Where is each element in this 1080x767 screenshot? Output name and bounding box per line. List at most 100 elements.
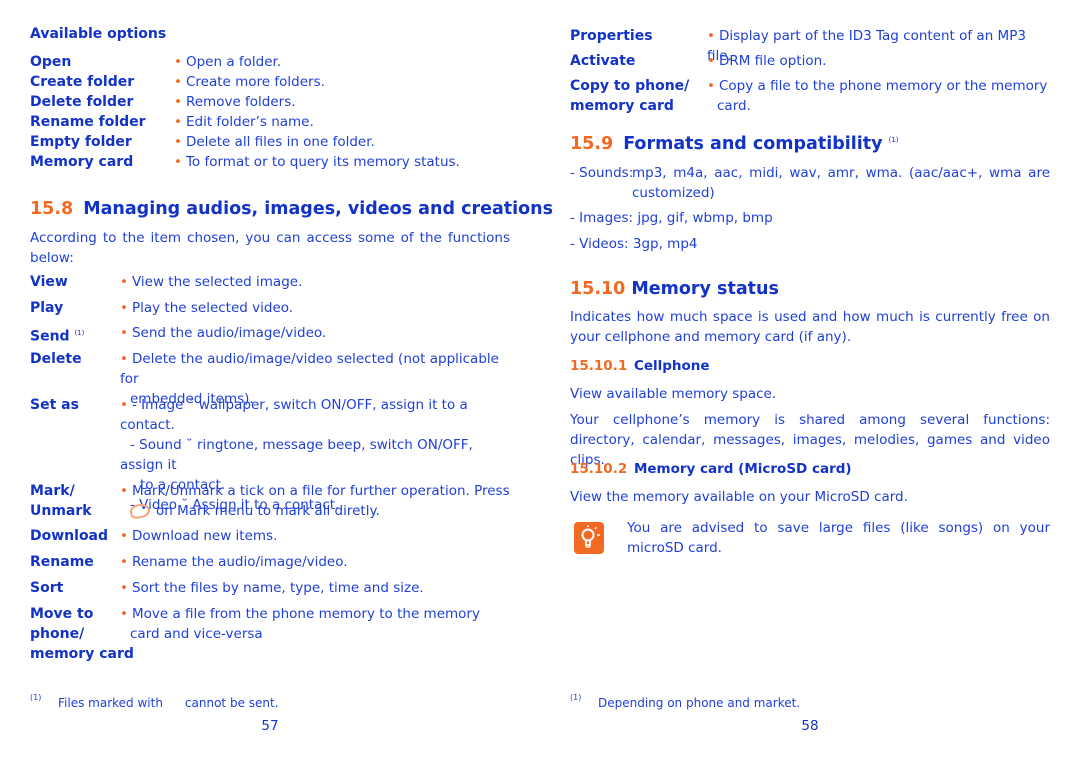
subsection-number: 15.10.1 <box>570 358 628 374</box>
option-term: Create folder <box>30 74 135 90</box>
subsection-heading-15-10-1: 15.10.1 Cellphone <box>570 358 710 374</box>
option-desc: Move a file from the phone memory to the… <box>131 606 480 622</box>
footnote-ref: (1) <box>888 136 899 145</box>
option-desc: View the selected image. <box>131 274 303 290</box>
footnote-text: Depending on phone and market. <box>598 696 801 710</box>
option-term: Rename folder <box>30 114 146 130</box>
option-desc: Copy a file to the phone memory or the m… <box>718 78 1048 94</box>
option-desc: Delete all files in one folder. <box>185 134 375 150</box>
section-heading-15-9: 15.9 Formats and compatibility (1) <box>570 134 899 154</box>
bullet-icon: • <box>120 483 128 499</box>
option-term: Empty folder <box>30 134 132 150</box>
option-row: Mark/Unmark • Mark/Unmark a tick on a fil… <box>30 481 510 521</box>
option-desc: Edit folder’s name. <box>185 114 314 130</box>
bullet-icon: • <box>120 274 128 290</box>
sounds-label: - Sounds: <box>570 165 634 181</box>
bullet-icon: • <box>174 74 182 90</box>
footnote-ref: (1) <box>74 329 85 337</box>
option-term: Delete <box>30 351 82 367</box>
page-number: 57 <box>261 718 279 734</box>
option-term: Open <box>30 54 72 70</box>
ok-key-icon <box>128 502 152 520</box>
option-term: Download <box>30 528 109 544</box>
option-term: Move to <box>30 606 94 622</box>
bullet-icon: • <box>174 134 182 150</box>
footnote-text: cannot be sent. <box>184 696 279 710</box>
lightbulb-tip-icon <box>574 522 604 554</box>
formats-sounds: - Sounds: mp3, m4a, aac, midi, wav, amr,… <box>570 163 1050 203</box>
tip-text: You are advised to save large files (lik… <box>627 520 1050 556</box>
bullet-icon: • <box>707 78 715 94</box>
bullet-icon: • <box>707 28 715 44</box>
option-desc: Rename the audio/image/video. <box>131 554 348 570</box>
section-intro: According to the item chosen, you can ac… <box>30 230 510 266</box>
subsection-title: Memory card (MicroSD card) <box>633 461 852 477</box>
option-term: Delete folder <box>30 94 134 110</box>
section-heading-15-10: 15.10 Memory status <box>570 279 779 299</box>
bullet-icon: • <box>120 397 128 413</box>
subsection-heading-15-10-2: 15.10.2 Memory card (MicroSD card) <box>570 461 852 477</box>
left-page: Available options Open • Open a folder. C… <box>0 0 553 767</box>
option-desc: To format or to query its memory status. <box>185 154 460 170</box>
sounds-list-cont: customized) <box>632 185 715 201</box>
section-title: Formats and compatibility <box>623 134 883 154</box>
bullet-icon: • <box>174 114 182 130</box>
option-desc: - Sound ˘ ringtone, message beep, switch… <box>120 437 473 473</box>
option-desc: DRM file option. <box>718 53 827 69</box>
subsection-title: Cellphone <box>633 358 710 374</box>
bullet-icon: • <box>174 94 182 110</box>
option-desc: Sort the files by name, type, time and s… <box>131 580 424 596</box>
page-number: 58 <box>801 718 819 734</box>
sounds-list: mp3, m4a, aac, midi, wav, amr, wma. (aac… <box>632 165 1050 181</box>
option-desc: on Mark menu to mark all diretly. <box>156 503 380 519</box>
option-term: phone/ <box>30 626 85 642</box>
option-desc: Delete the audio/image/video selected (n… <box>120 351 499 387</box>
option-term: Rename <box>30 554 94 570</box>
option-desc: Remove folders. <box>185 94 296 110</box>
bullet-icon: • <box>120 351 128 367</box>
option-term: Play <box>30 300 64 316</box>
memory-card-paragraph: View the memory available on your MicroS… <box>570 489 908 505</box>
option-term: Properties <box>570 28 653 44</box>
bullet-icon: • <box>120 554 128 570</box>
right-page: Properties • Display part of the ID3 Tag … <box>540 0 1080 767</box>
option-term: View <box>30 274 68 290</box>
section-title: Memory status <box>631 279 779 299</box>
option-desc: card. <box>717 98 751 114</box>
option-desc: Download new items. <box>131 528 278 544</box>
subsection-number: 15.10.2 <box>570 461 628 477</box>
section-number: 15.8 <box>30 199 74 219</box>
footnote-mark: (1) <box>30 693 42 702</box>
footnote-text: Files marked with <box>58 696 163 710</box>
option-term: Unmark <box>30 503 92 519</box>
bullet-icon: • <box>120 325 128 341</box>
bullet-icon: • <box>174 154 182 170</box>
option-term: Mark/ <box>30 483 75 499</box>
section-number: 15.10 <box>570 279 626 299</box>
option-term: Memory card <box>30 154 134 170</box>
bullet-icon: • <box>174 54 182 70</box>
option-row: Move to phone/memory card • Move a file fr… <box>30 604 510 664</box>
cellphone-paragraph: View available memory space. <box>570 386 777 402</box>
option-desc: Send the audio/image/video. <box>131 325 327 341</box>
section-title: Managing audios, images, videos and crea… <box>83 199 554 219</box>
formats-videos: - Videos: 3gp, mp4 <box>570 236 698 252</box>
bullet-icon: • <box>120 580 128 596</box>
option-term: memory card <box>30 646 134 662</box>
option-desc: Play the selected video. <box>131 300 294 316</box>
option-term: Sort <box>30 580 64 596</box>
section-heading-15-8: 15.8 Managing audios, images, videos and … <box>30 199 553 219</box>
available-options-heading: Available options <box>30 26 167 42</box>
option-term: Copy to phone/ <box>570 78 690 94</box>
option-desc: Mark/Unmark a tick on a file for further… <box>131 483 510 499</box>
bullet-icon: • <box>707 53 715 69</box>
option-desc: - Image ˘ wallpaper, switch ON/OFF, assi… <box>120 397 468 433</box>
section-number: 15.9 <box>570 134 614 154</box>
bullet-icon: • <box>120 528 128 544</box>
formats-images: - Images: jpg, gif, wbmp, bmp <box>570 210 773 226</box>
option-desc: card and vice-versa <box>130 626 263 642</box>
bullet-icon: • <box>120 300 128 316</box>
option-desc: Open a folder. <box>185 54 282 70</box>
option-term: Activate <box>570 53 636 69</box>
footnote-mark: (1) <box>570 693 582 702</box>
